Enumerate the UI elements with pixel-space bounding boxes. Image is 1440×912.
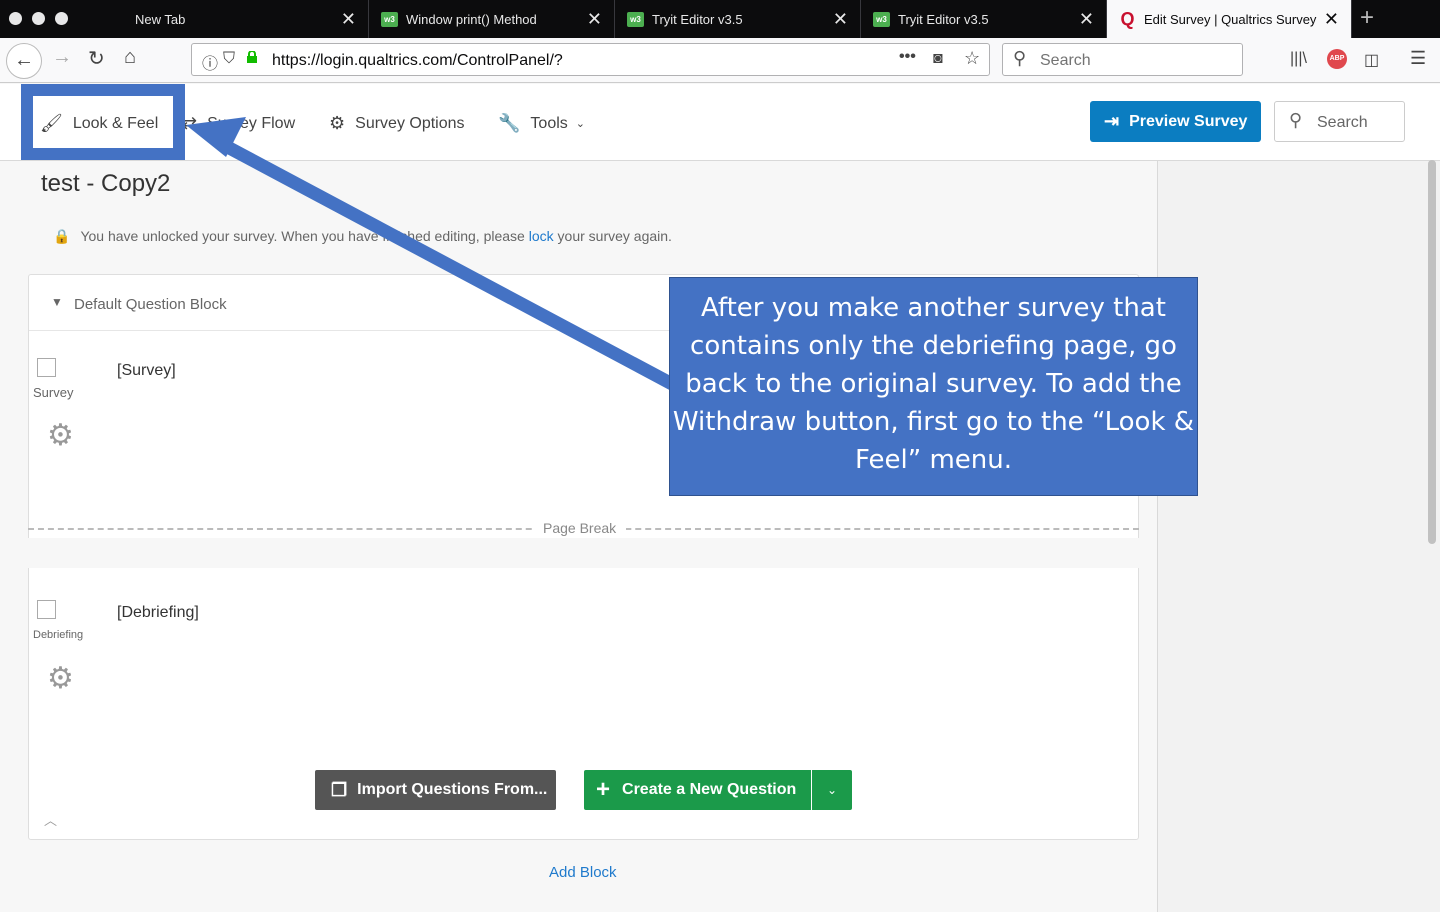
copy-icon: ❐: [331, 779, 348, 800]
chevron-down-icon: ⌄: [575, 118, 585, 130]
w3schools-icon: w3: [381, 11, 398, 27]
question-checkbox[interactable]: [37, 358, 56, 377]
zoom-window-icon[interactable]: [55, 12, 68, 25]
url-text: https://login.qualtrics.com/ControlPanel…: [272, 52, 563, 69]
question-label: Debriefing: [33, 629, 84, 641]
lock-link[interactable]: lock: [529, 228, 554, 244]
close-window-icon[interactable]: [9, 12, 22, 25]
search-placeholder: Search: [1317, 114, 1368, 131]
gear-icon[interactable]: ⚙: [47, 661, 74, 696]
back-icon[interactable]: ←: [6, 43, 42, 79]
tab-title: Window print() Method: [406, 11, 537, 27]
browser-tab[interactable]: w3 Window print() Method ✕: [369, 0, 615, 38]
browser-tab-active[interactable]: Q Edit Survey | Qualtrics Survey ✕: [1107, 0, 1352, 38]
unlock-text: You have unlocked your survey. When you …: [80, 228, 529, 244]
sidebar-toggle-icon[interactable]: ◫: [1364, 50, 1379, 70]
library-icon[interactable]: |||\: [1290, 50, 1307, 68]
browser-search-input[interactable]: ⚲ Search: [1002, 43, 1243, 76]
close-tab-icon[interactable]: ✕: [1079, 9, 1094, 30]
lock-icon: 🔒: [53, 228, 71, 244]
close-tab-icon[interactable]: ✕: [833, 9, 848, 30]
browser-tab[interactable]: w3 Tryit Editor v3.5 ✕: [615, 0, 861, 38]
survey-title: test - Copy2: [41, 170, 171, 197]
close-tab-icon[interactable]: ✕: [1324, 9, 1339, 30]
gear-icon: ⚙: [329, 113, 346, 133]
collapse-caret-icon[interactable]: ︿: [44, 810, 57, 829]
page-break-label: Page Break: [533, 520, 627, 536]
create-label: Create a New Question: [622, 781, 797, 798]
import-questions-button[interactable]: ❐ Import Questions From...: [315, 770, 556, 810]
wrench-icon: 🔧: [498, 113, 521, 133]
browser-tab[interactable]: w3 Tryit Editor v3.5 ✕: [861, 0, 1107, 38]
survey-search-input[interactable]: ⚲ Search: [1274, 101, 1405, 142]
browser-tab[interactable]: New Tab ✕: [123, 0, 369, 38]
preview-icon: ⇥: [1104, 111, 1120, 131]
page-actions-icon[interactable]: •••: [899, 48, 916, 66]
add-block-link[interactable]: Add Block: [549, 864, 617, 881]
menu-icon[interactable]: ☰: [1410, 48, 1426, 69]
qualtrics-icon: Q: [1120, 8, 1135, 29]
bookmark-star-icon[interactable]: ☆: [964, 48, 980, 69]
tools-label: Tools: [530, 114, 568, 132]
question-label: Survey: [33, 385, 74, 400]
unlock-text-end: your survey again.: [553, 228, 672, 244]
url-bar[interactable]: ⓘ ⛉ https://login.qualtrics.com/ControlP…: [191, 43, 990, 76]
preview-label: Preview Survey: [1129, 112, 1248, 130]
question-text[interactable]: [Debriefing]: [117, 604, 199, 622]
browser-tab-bar: New Tab ✕ w3 Window print() Method ✕ w3 …: [0, 0, 1440, 38]
adblock-icon[interactable]: ABP: [1327, 49, 1347, 69]
survey-flow-button[interactable]: ⇄ Survey Flow: [182, 113, 295, 134]
plus-icon: +: [596, 776, 611, 803]
page-break-gap: [26, 538, 1142, 568]
search-icon: ⚲: [1013, 48, 1027, 68]
preview-survey-button[interactable]: ⇥ Preview Survey: [1090, 101, 1261, 142]
scrollbar-thumb[interactable]: [1428, 160, 1436, 544]
forward-icon[interactable]: →: [52, 46, 72, 69]
secure-lock-icon[interactable]: [246, 51, 258, 63]
tab-title: New Tab: [135, 11, 186, 27]
tab-title: Tryit Editor v3.5: [898, 11, 989, 27]
close-tab-icon[interactable]: ✕: [341, 9, 356, 30]
annotation-callout: After you make another survey that conta…: [669, 277, 1198, 496]
side-panel: [1157, 161, 1425, 912]
w3schools-icon: w3: [873, 11, 890, 27]
reload-icon[interactable]: ↻: [88, 46, 105, 71]
new-tab-icon[interactable]: +: [1360, 4, 1374, 32]
chevron-down-icon[interactable]: ⌄: [812, 770, 852, 810]
search-placeholder: Search: [1040, 52, 1091, 69]
question-checkbox[interactable]: [37, 600, 56, 619]
survey-options-button[interactable]: ⚙ Survey Options: [329, 113, 465, 134]
look-feel-highlight: [21, 84, 185, 160]
block-title: Default Question Block: [74, 296, 227, 313]
question-text[interactable]: [Survey]: [117, 362, 176, 380]
info-icon[interactable]: ⓘ: [202, 50, 218, 74]
tools-menu[interactable]: 🔧 Tools ⌄: [498, 113, 585, 134]
w3schools-icon: w3: [627, 11, 644, 27]
browser-nav-bar: ← → ↻ ⌂ ⓘ ⛉ https://login.qualtrics.com/…: [0, 38, 1440, 83]
survey-flow-label: Survey Flow: [207, 114, 296, 132]
create-question-button[interactable]: + Create a New Question: [584, 770, 811, 810]
survey-options-label: Survey Options: [355, 114, 465, 132]
close-tab-icon[interactable]: ✕: [587, 9, 602, 30]
search-icon: ⚲: [1289, 110, 1303, 130]
gear-icon[interactable]: ⚙: [47, 418, 74, 453]
unlock-notice: 🔒 You have unlocked your survey. When you…: [53, 228, 672, 245]
pocket-icon[interactable]: ◙: [933, 50, 943, 68]
tab-title: Tryit Editor v3.5: [652, 11, 743, 27]
home-icon[interactable]: ⌂: [124, 46, 136, 69]
tab-title: Edit Survey | Qualtrics Survey: [1144, 11, 1317, 27]
minimize-window-icon[interactable]: [32, 12, 45, 25]
caret-down-icon[interactable]: ▼: [51, 295, 63, 309]
import-label: Import Questions From...: [357, 781, 548, 798]
tracking-shield-icon[interactable]: ⛉: [223, 50, 235, 68]
